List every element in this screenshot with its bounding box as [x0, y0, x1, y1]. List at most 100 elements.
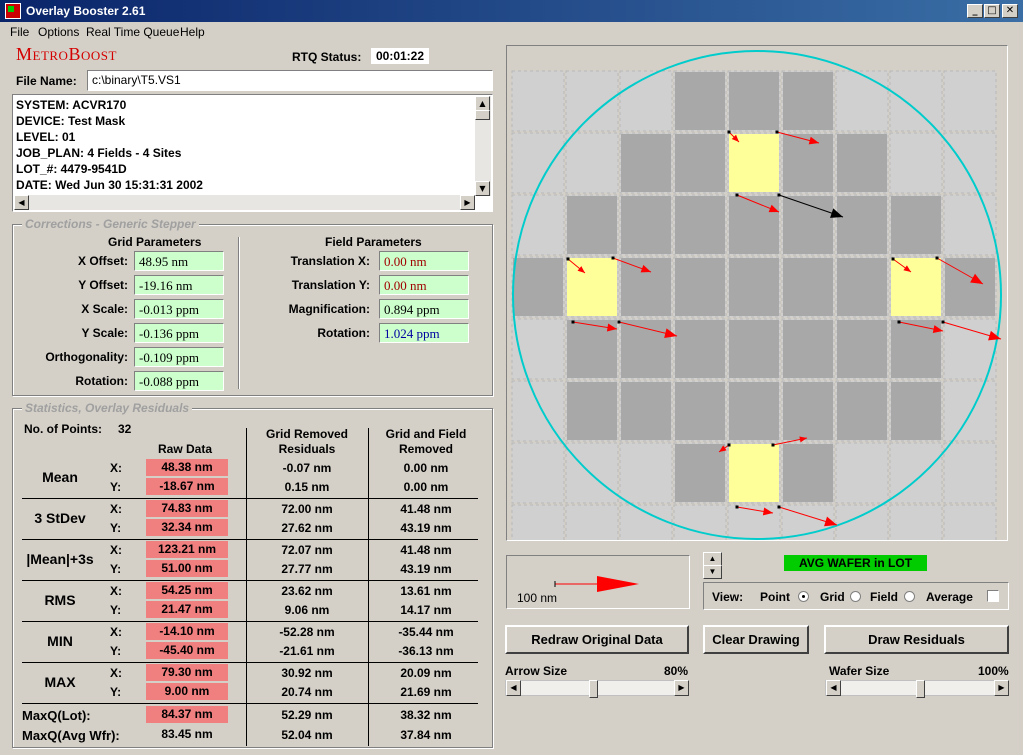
corrections-title: Corrections - Generic Stepper [22, 217, 199, 231]
arrow-size-thumb[interactable] [589, 680, 598, 698]
maxq-wfr-gf: 37.84 nm [400, 728, 452, 742]
menu-file[interactable]: File [10, 25, 29, 39]
die-cell [513, 258, 563, 316]
view-field-radio[interactable] [904, 591, 915, 602]
menu-help[interactable]: Help [180, 25, 205, 39]
title-bar: Overlay Booster 2.61 _ □ ✕ [0, 0, 1023, 22]
raw-y-value: -18.67 nm [146, 478, 228, 495]
wafer-size-thumb[interactable] [916, 680, 925, 698]
site-marker [735, 193, 739, 197]
measured-field [891, 258, 941, 316]
field-param-label: Translation X: [290, 254, 370, 268]
y-label: Y: [110, 603, 122, 617]
grid-param-value: -0.109 ppm [134, 347, 224, 367]
field-cell [889, 70, 943, 132]
maximize-button[interactable]: □ [984, 4, 1000, 18]
field-cell [673, 504, 727, 566]
scroll-down-icon[interactable]: ▼ [475, 181, 490, 196]
die-cell [783, 134, 833, 192]
stat-row-label: MIN [47, 633, 73, 649]
site-marker [897, 320, 901, 324]
field-cell [943, 194, 997, 256]
slider-right-icon[interactable]: ▶ [674, 680, 689, 696]
grid-param-value: 48.95 nm [134, 251, 224, 271]
average-label: Average [926, 590, 973, 604]
field-cell [943, 70, 997, 132]
raw-y-value: -45.40 nm [146, 642, 228, 659]
view-option-point-label: Point [760, 590, 790, 604]
scale-label: 100 nm [517, 591, 558, 605]
slider-left-icon[interactable]: ◀ [826, 680, 841, 696]
field-param-value: 0.894 ppm [379, 299, 469, 319]
field-cell [619, 442, 673, 504]
grid-param-value: -0.013 ppm [134, 299, 224, 319]
grid-x-value: 23.62 nm [281, 584, 333, 598]
horizontal-scrollbar[interactable]: ◀ ▶ [14, 195, 475, 210]
average-checkbox[interactable] [987, 590, 999, 602]
grid-y-value: 20.74 nm [281, 685, 333, 699]
x-label: X: [110, 625, 122, 639]
file-name-field[interactable]: c:\binary\T5.VS1 [87, 70, 493, 91]
wafer-map-canvas[interactable] [506, 45, 1008, 566]
clear-drawing-button[interactable]: Clear Drawing [703, 625, 809, 654]
grid-y-value: 9.06 nm [284, 603, 330, 617]
arrow-size-slider[interactable]: ◀ ▶ [505, 680, 689, 698]
scroll-thumb[interactable] [475, 110, 490, 120]
raw-y-value: 21.47 nm [146, 601, 228, 618]
menu-options[interactable]: Options [38, 25, 79, 39]
vertical-scrollbar[interactable]: ▲ ▼ [475, 96, 491, 196]
raw-y-value: 51.00 nm [146, 560, 228, 577]
slider-left-icon[interactable]: ◀ [506, 680, 521, 696]
field-cell [619, 504, 673, 566]
view-grid-radio[interactable] [850, 591, 861, 602]
spin-up-icon[interactable]: ▲ [703, 552, 722, 566]
gf-y-value: 0.00 nm [403, 480, 449, 494]
view-option-field-label: Field [870, 590, 899, 604]
field-params-header: Field Parameters [325, 235, 422, 249]
job-info-textarea[interactable]: SYSTEM: ACVR170 DEVICE: Test Mask LEVEL:… [12, 94, 493, 212]
col-divider [368, 428, 369, 746]
die-cell [675, 382, 725, 440]
row-divider [22, 539, 478, 540]
col-grid-header-1: Grid Removed [265, 427, 349, 441]
close-button[interactable]: ✕ [1002, 4, 1018, 18]
maxq-wfr-grid: 52.04 nm [281, 728, 333, 742]
raw-y-value: 9.00 nm [146, 683, 228, 700]
scroll-up-icon[interactable]: ▲ [475, 96, 490, 111]
wafer-size-slider[interactable]: ◀ ▶ [825, 680, 1009, 698]
menu-real-time-queue[interactable]: Real Time Queue [86, 25, 179, 39]
scroll-left-icon[interactable]: ◀ [14, 195, 29, 210]
slider-right-icon[interactable]: ▶ [994, 680, 1009, 696]
draw-residuals-button[interactable]: Draw Residuals [824, 625, 1009, 654]
scroll-right-icon[interactable]: ▶ [460, 195, 475, 210]
minimize-button[interactable]: _ [967, 4, 983, 18]
field-cell [835, 442, 889, 504]
row-divider [22, 662, 478, 663]
site-marker [771, 443, 775, 447]
site-marker [775, 130, 779, 134]
stat-row-label: RMS [44, 592, 76, 608]
field-param-label: Magnification: [288, 302, 370, 316]
die-cell [675, 196, 725, 254]
field-cell [511, 194, 565, 256]
params-divider [238, 237, 240, 389]
die-cell [675, 258, 725, 316]
row-divider [22, 621, 478, 622]
x-label: X: [110, 502, 122, 516]
view-point-radio[interactable] [798, 591, 809, 602]
field-cell [565, 504, 619, 566]
redraw-original-button[interactable]: Redraw Original Data [505, 625, 689, 654]
grid-param-value: -0.136 ppm [134, 323, 224, 343]
maxq-wfr-raw: 83.45 nm [161, 727, 213, 741]
site-marker [566, 257, 570, 261]
spin-down-icon[interactable]: ▼ [703, 565, 722, 579]
gf-x-value: 41.48 nm [400, 502, 452, 516]
raw-x-value: 54.25 nm [146, 582, 228, 599]
info-line: DEVICE: Test Mask [16, 114, 126, 128]
avg-wafer-badge: AVG WAFER in LOT [784, 555, 927, 571]
field-param-value: 0.00 nm [379, 251, 469, 271]
gf-x-value: 41.48 nm [400, 543, 452, 557]
field-cell [511, 504, 565, 566]
die-cell [567, 196, 617, 254]
col-gf-header-1: Grid and Field [385, 427, 467, 441]
